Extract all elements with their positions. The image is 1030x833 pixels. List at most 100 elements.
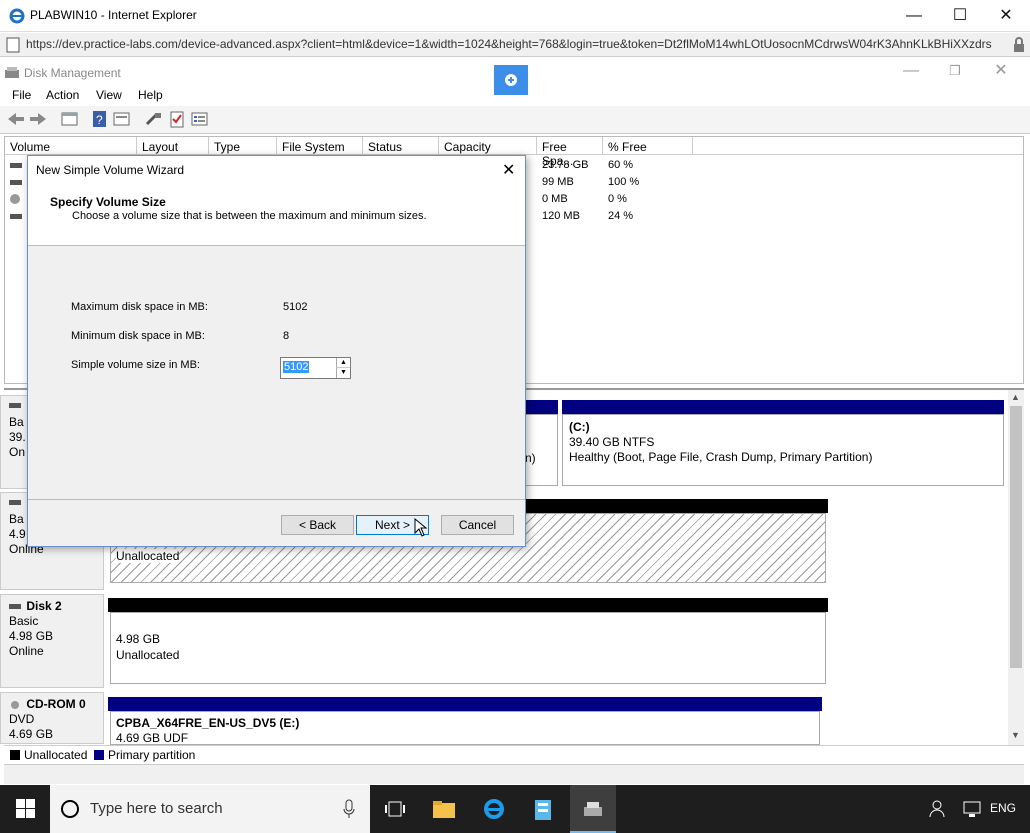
help-icon[interactable]: ? [90,110,110,128]
disk-pane-scrollbar[interactable]: ▲ ▼ [1008,390,1024,746]
menu-help[interactable]: Help [138,88,163,102]
cdrom-name: CD-ROM 0 [26,697,86,711]
stepper-down-icon[interactable]: ▼ [336,368,350,378]
cdrom-partition[interactable]: CPBA_X64FRE_EN-US_DV5 (E:) 4.69 GB UDF [110,711,820,745]
c-partition[interactable]: (C:) 39.40 GB NTFS Healthy (Boot, Page F… [562,414,1004,486]
scroll-down-icon[interactable]: ▼ [1011,730,1020,740]
file-explorer-icon[interactable] [432,799,456,819]
disk-management-icon [5,67,19,78]
cdrom-partition-bar [108,697,822,711]
row3-pct: 0 % [608,193,627,205]
microphone-icon[interactable] [342,799,356,819]
search-icon [61,800,79,818]
people-icon[interactable] [928,799,946,819]
wizard-close-icon[interactable]: ✕ [502,160,515,180]
volume-size-label: Simple volume size in MB: [71,359,200,371]
taskbar: Type here to search ENG [0,785,1030,833]
checklist-icon[interactable] [168,110,188,128]
volume-size-input[interactable]: 5102 [283,361,310,373]
cancel-button[interactable]: Cancel [441,515,514,535]
disk-icon [9,603,21,609]
disk-icon [9,403,21,408]
disk-management-taskbar-button[interactable] [570,785,616,833]
menu-action[interactable]: Action [46,88,79,102]
svg-text:?: ? [96,113,103,127]
col-filesystem[interactable]: File System [277,137,363,155]
toolbar: ? [0,106,1030,134]
back-button[interactable]: < Back [281,515,354,535]
window-title: Disk Management [24,66,121,80]
internet-explorer-icon[interactable] [482,797,506,821]
row2-free: 99 MB [542,176,574,188]
close-icon[interactable]: ✕ [983,0,1029,32]
disk2-type: Basic [9,614,39,628]
row4-pct: 24 % [608,210,634,222]
cdrom-part-size: 4.69 GB UDF [116,731,189,745]
dm-minimize-icon[interactable]: — [888,58,934,84]
new-simple-volume-wizard: New Simple Volume Wizard ✕ Specify Volum… [27,155,526,547]
stepper-up-icon[interactable]: ▲ [336,358,350,368]
dm-close-icon[interactable]: ✕ [978,58,1024,84]
windows-start-icon[interactable] [16,799,36,819]
disk2-label[interactable]: Disk 2 Basic 4.98 GB Online [0,594,104,688]
disk0-frag-text: n) [525,451,536,465]
cdrom-icon [11,700,19,709]
col-layout[interactable]: Layout [137,137,209,155]
col-status[interactable]: Status [363,137,439,155]
url-text[interactable]: https://dev.practice-labs.com/device-adv… [26,37,992,51]
col-free-space[interactable]: Free Spa... [537,137,603,168]
ie-logo-icon [9,8,25,24]
server-manager-icon[interactable] [532,797,554,821]
disk2-status: Online [9,644,44,658]
language-indicator[interactable]: ENG [990,801,1016,815]
legend: Unallocated Primary partition [4,745,1024,763]
disk1-size: 4.9 [9,527,26,541]
connect-icon[interactable] [144,110,164,128]
col-pct-free[interactable]: % Free [603,137,693,155]
scroll-thumb[interactable] [1010,406,1022,668]
disk2-size: 4.98 GB [9,629,54,643]
scroll-up-icon[interactable]: ▲ [1011,392,1020,402]
back-arrow-icon[interactable] [6,110,26,128]
disk-management-taskbar-icon [584,802,602,816]
wizard-footer-divider [28,499,525,500]
search-placeholder: Type here to search [90,800,223,817]
status-bar [4,764,1024,784]
col-volume[interactable]: Volume [5,137,137,155]
min-disk-space-value: 8 [283,330,290,342]
disk-icon [9,500,21,505]
minimize-icon[interactable]: — [891,0,937,32]
settings-list-icon[interactable] [190,110,210,128]
menu-file[interactable]: File [12,88,31,102]
maximize-icon[interactable]: ☐ [937,0,983,32]
disk0-size: 39. [9,430,26,444]
menu-view[interactable]: View [96,88,122,102]
network-icon[interactable] [962,799,982,819]
cdrom-type: DVD [9,712,35,726]
mouse-cursor-icon [414,518,428,537]
disk0-partition-bar [524,400,558,414]
task-view-icon[interactable] [384,799,406,819]
disk0-partition-fragment[interactable]: n) [524,414,558,486]
legend-unallocated-swatch [10,750,20,760]
max-disk-space-value: 5102 [283,301,308,313]
c-partition-bar [562,400,1004,414]
legend-primary: Primary partition [108,748,196,762]
cdrom-size: 4.69 GB [9,727,54,741]
console-tree-icon[interactable] [60,110,80,128]
col-type[interactable]: Type [209,137,277,155]
disk2-part-size: 4.98 GB [116,632,161,646]
properties-icon[interactable] [112,110,132,128]
wizard-heading: Specify Volume Size [50,195,166,209]
disk2-part-label: Unallocated [116,648,180,662]
disk2-unallocated[interactable]: 4.98 GB Unallocated [110,612,826,684]
forward-arrow-icon[interactable] [28,110,48,128]
max-disk-space-label: Maximum disk space in MB: [71,301,208,313]
address-bar[interactable]: https://dev.practice-labs.com/device-adv… [0,33,1030,57]
cdrom-label[interactable]: CD-ROM 0 DVD 4.69 GB [0,692,104,744]
col-capacity[interactable]: Capacity [439,137,537,155]
disk0-status: On [9,445,26,459]
dm-restore-icon[interactable]: ❐ [932,58,978,84]
taskbar-search-box[interactable]: Type here to search [50,785,370,833]
volume-size-stepper[interactable]: 5102 ▲ ▼ [280,357,351,379]
